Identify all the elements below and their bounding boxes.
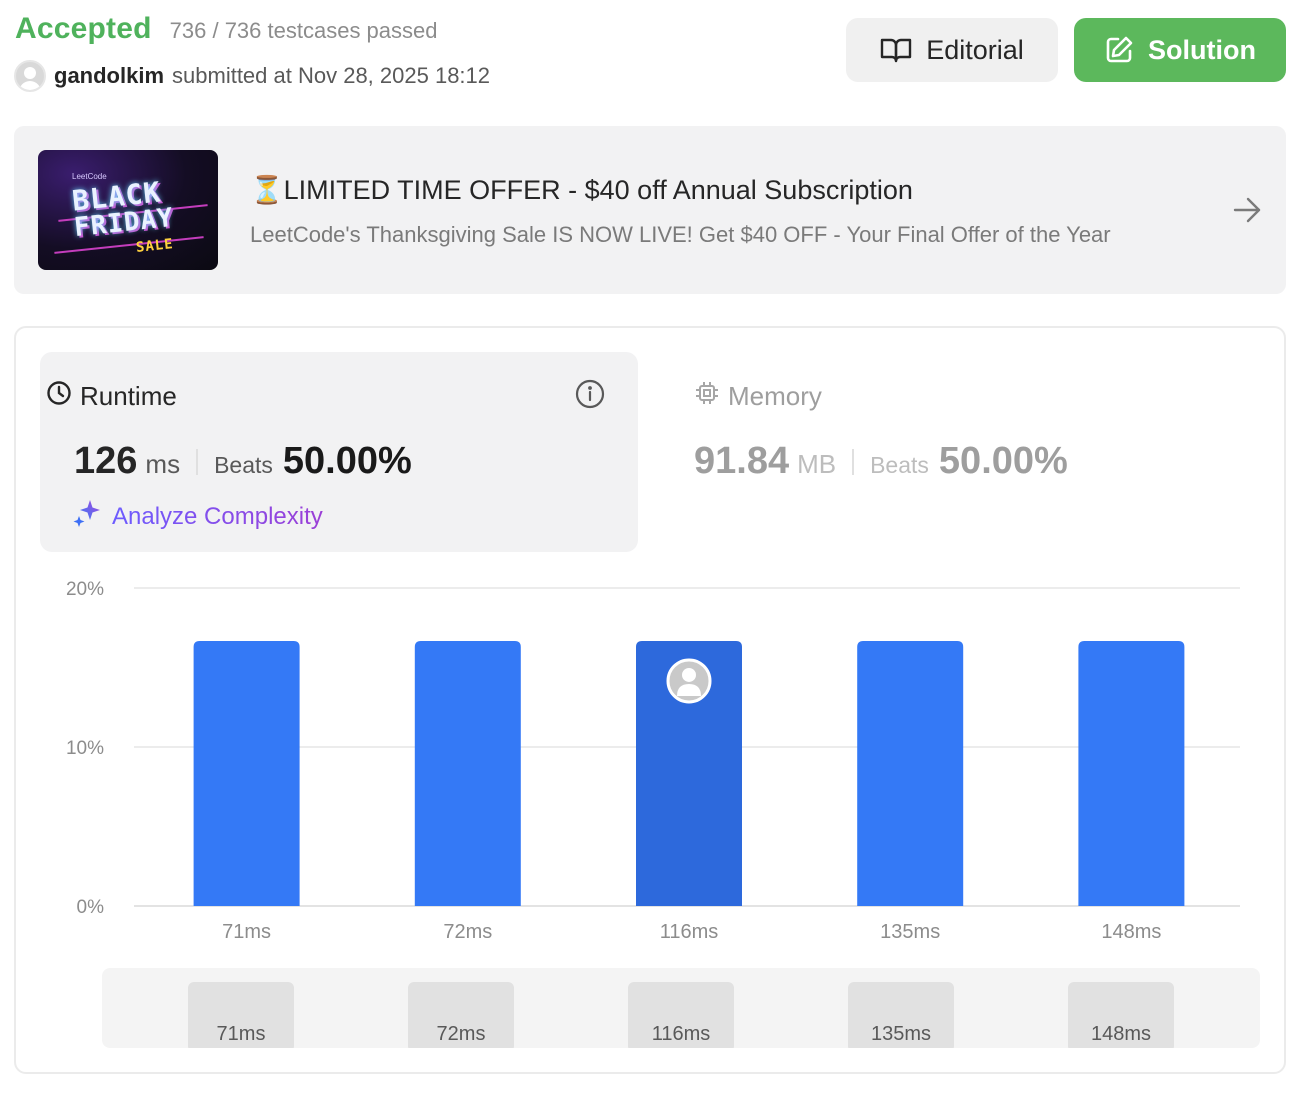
chart-bar[interactable] [857, 640, 964, 906]
black-friday-image: LeetCode BLACK FRIDAY SALE [38, 150, 218, 270]
x-tick-label: 72ms [443, 921, 492, 943]
x-tick-label: 135ms [880, 921, 940, 943]
status-accepted: Accepted [15, 12, 152, 45]
book-icon [880, 37, 912, 63]
chart-navigator[interactable]: 71ms 72ms 116ms 135ms 148ms [102, 968, 1260, 1048]
navigator-item: 148ms [1068, 982, 1174, 1048]
banner-title: ⏳ LIMITED TIME OFFER - $40 off Annual Su… [250, 174, 913, 206]
my-submission-avatar[interactable] [666, 658, 712, 704]
performance-card: Runtime 126 ms Beats 50.00% Analyze Comp… [14, 326, 1286, 1074]
navigator-item: 135ms [848, 982, 954, 1048]
x-tick-label: 71ms [222, 921, 271, 943]
hourglass-icon: ⏳ [250, 175, 284, 205]
chart-bar[interactable] [414, 640, 521, 906]
y-tick-label: 10% [66, 738, 104, 759]
editorial-button[interactable]: Editorial [846, 18, 1058, 82]
arrow-right-icon[interactable] [1232, 196, 1262, 229]
banner-title-text: LIMITED TIME OFFER - $40 off Annual Subs… [283, 174, 913, 205]
y-tick-label: 20% [66, 579, 104, 600]
edit-icon [1104, 35, 1134, 65]
navigator-item: 116ms [628, 982, 734, 1048]
editorial-label: Editorial [926, 34, 1024, 65]
solution-label: Solution [1148, 34, 1256, 65]
x-tick-label: 148ms [1101, 921, 1161, 943]
banner-subtitle: LeetCode's Thanksgiving Sale IS NOW LIVE… [250, 222, 1111, 247]
submission-status: Accepted 736 / 736 testcases passed [15, 12, 438, 46]
user-avatar[interactable] [14, 60, 46, 92]
y-tick-label: 0% [77, 897, 105, 918]
navigator-item: 72ms [408, 982, 514, 1048]
runtime-distribution-chart[interactable]: 0% 10% 20% 71ms 72ms 116ms 135ms 148ms [16, 328, 1288, 1076]
x-tick-label: 116ms [660, 921, 719, 943]
promo-banner[interactable]: LeetCode BLACK FRIDAY SALE ⏳ LIMITED TIM… [14, 126, 1286, 294]
solution-button[interactable]: Solution [1074, 18, 1286, 82]
chart-bar[interactable] [1078, 640, 1185, 906]
submitted-time: submitted at Nov 28, 2025 18:12 [172, 63, 491, 88]
submitter-info: gandolkim submitted at Nov 28, 2025 18:1… [14, 60, 490, 92]
testcases-passed: 736 / 736 testcases passed [169, 18, 438, 43]
chart-bar[interactable] [193, 640, 300, 906]
navigator-item: 71ms [188, 982, 294, 1048]
username-link[interactable]: gandolkim [54, 63, 164, 89]
